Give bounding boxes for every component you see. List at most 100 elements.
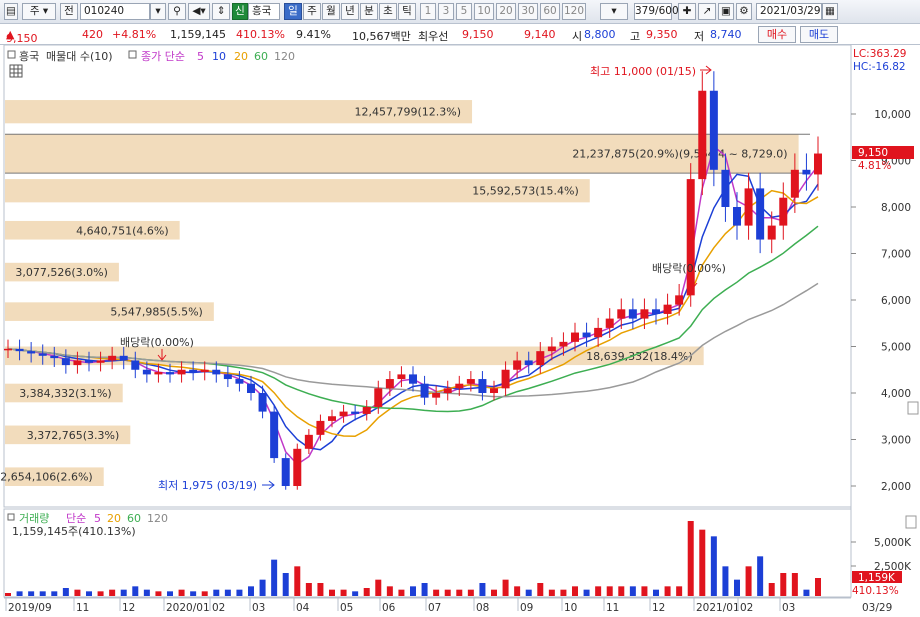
interval-5[interactable]: 5 [456, 3, 472, 20]
interval-1[interactable]: 1 [420, 3, 436, 20]
volume-bar [62, 588, 69, 596]
time-tick-label: 2021/01 [696, 602, 740, 614]
volume-profile-label: 3,384,332(3.1%) [19, 387, 112, 400]
chart-menu-icon[interactable]: ▤ [4, 3, 18, 20]
volume-bar [595, 586, 602, 596]
grid-table-icon[interactable] [9, 64, 23, 78]
candle-body [351, 411, 360, 414]
volume-bar [282, 573, 289, 596]
current-price-badge-text: 9,150 [858, 147, 888, 159]
volume-bar [109, 589, 116, 596]
volume-ma-120: 120 [147, 512, 168, 525]
volume-scroll-handle[interactable] [905, 515, 917, 529]
volume-bar [502, 579, 509, 596]
candle-body [4, 348, 12, 351]
volume-profile-label: 3,077,526(3.0%) [15, 266, 108, 279]
trade-amount: 10,567백만 [352, 30, 411, 43]
high-price: 9,350 [646, 28, 678, 41]
candle-body [304, 434, 313, 449]
volume-bar [537, 583, 544, 596]
volume-bar [710, 536, 717, 596]
candle-body [339, 411, 348, 417]
search-icon[interactable]: ⚲ [168, 3, 186, 20]
low-annotation: 최저 1,975 (03/19) [158, 479, 257, 492]
stock-code-dropdown-icon[interactable]: ▾ [150, 3, 166, 20]
candle-body [490, 388, 498, 393]
volume-bar [5, 593, 11, 596]
time-tick-label: 11 [606, 602, 619, 614]
time-tick-label: 07 [428, 602, 441, 614]
date-field[interactable]: 2021/03/29 [756, 3, 822, 20]
volume-bar [699, 529, 706, 596]
buy-button[interactable]: 매수 [758, 26, 796, 43]
candle-body [61, 358, 70, 366]
volume-bar [97, 591, 104, 596]
candle-body [166, 372, 174, 375]
stock-code-input[interactable]: 010240 [80, 3, 150, 20]
tab-year[interactable]: 년 [341, 3, 359, 20]
crosshair-icon[interactable]: ✚ [678, 3, 696, 20]
tab-week[interactable]: 주 [303, 3, 321, 20]
interval-120[interactable]: 120 [562, 3, 586, 20]
volume-bar [525, 589, 532, 596]
candle-body [571, 332, 579, 342]
price-change-percent: +4.81% [112, 28, 157, 41]
candle-body [501, 369, 510, 389]
volume-ratio: 410.13% [236, 28, 285, 41]
calendar-icon[interactable]: ▦ [822, 3, 838, 20]
time-tick-label: 03 [782, 602, 795, 614]
bar-count-field[interactable]: 379/600 [634, 3, 679, 20]
volume-bar [51, 591, 58, 596]
interval-20[interactable]: 20 [496, 3, 516, 20]
candle-body [281, 458, 290, 486]
sound-icon[interactable]: ◀▾ [188, 3, 210, 20]
price-change: 420 [82, 28, 103, 41]
interval-30[interactable]: 30 [518, 3, 538, 20]
interval-3[interactable]: 3 [438, 3, 454, 20]
low-label: 저 [694, 30, 705, 43]
time-tick-label: 11 [76, 602, 89, 614]
volume-bar [398, 589, 405, 596]
candle-body [131, 360, 140, 370]
sell-button[interactable]: 매도 [800, 26, 838, 43]
tab-tick[interactable]: 틱 [398, 3, 416, 20]
interval-dropdown[interactable]: ▾ [600, 3, 628, 20]
tab-second[interactable]: 초 [379, 3, 397, 20]
price-scroll-handle[interactable] [907, 401, 919, 415]
stock-chart[interactable]: 2,654,106(2.6%) 3,372,765(3.3%) 3,384,332(… [0, 45, 920, 617]
tab-minute[interactable]: 분 [360, 3, 378, 20]
volume-bar [560, 589, 567, 596]
volume-badge-text: 1,159K [858, 572, 896, 584]
candle-body [258, 393, 267, 412]
candle-body [85, 360, 93, 363]
save-icon[interactable]: ▣ [718, 3, 734, 20]
volume-bar [410, 586, 416, 596]
volume-bar [132, 586, 139, 596]
candle-body [640, 309, 649, 319]
volume-profile-label: 4,640,751(4.6%) [76, 224, 169, 237]
time-tick-label: 02 [212, 602, 225, 614]
trend-icon[interactable]: ↗ [698, 3, 716, 20]
gear-icon[interactable]: ⚙ [736, 3, 752, 20]
candle-body [189, 369, 198, 373]
interval-60[interactable]: 60 [540, 3, 560, 20]
volume-profile-label: 5,547,985(5.5%) [110, 306, 203, 319]
interval-10[interactable]: 10 [474, 3, 494, 20]
view-type-label: 주 [29, 5, 40, 17]
volume-bar [514, 586, 521, 596]
tab-day[interactable]: 일 [284, 3, 302, 20]
candle-body [455, 383, 464, 389]
previous-button[interactable]: 전 [60, 3, 78, 20]
tab-month[interactable]: 월 [322, 3, 340, 20]
current-price: 9,150 ▲ [6, 28, 38, 45]
ma-legend-20: 20 [234, 50, 248, 63]
view-type-select[interactable]: 주 ▾ [22, 3, 56, 20]
candle-body [767, 225, 776, 240]
time-tick-label: 02 [740, 602, 753, 614]
volume-legend-title: 거래량 [19, 512, 49, 525]
candle-body [779, 197, 788, 226]
candle-body [814, 153, 822, 175]
expand-icon[interactable]: ⇕ [212, 3, 230, 20]
candle-body [96, 360, 105, 363]
volume-bar [687, 521, 694, 596]
